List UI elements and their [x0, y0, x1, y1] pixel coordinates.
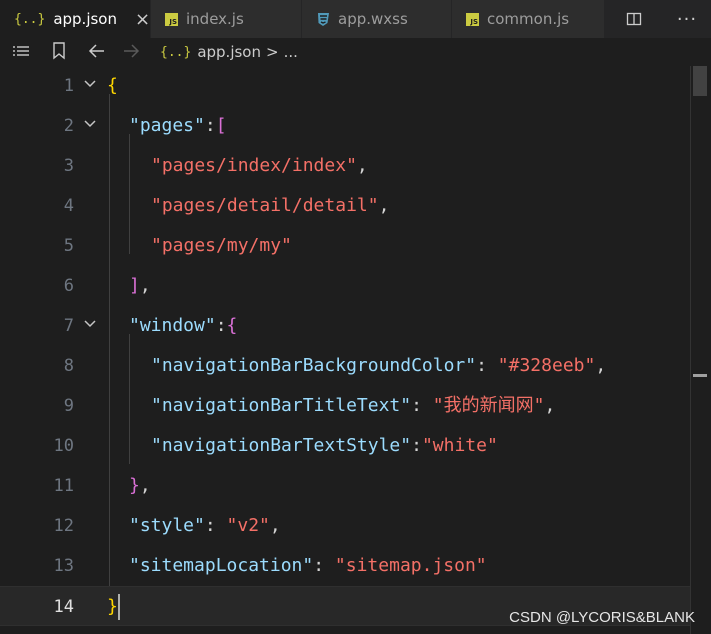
- tab-app-json[interactable]: {..} app.json ×: [0, 0, 151, 38]
- code-line: 9 "navigationBarTitleText": "我的新闻网",: [0, 386, 690, 426]
- bookmark-icon[interactable]: [52, 42, 66, 60]
- tab-common-js[interactable]: JS common.js: [452, 0, 605, 38]
- breadcrumb-rest[interactable]: ...: [284, 43, 298, 61]
- tab-bar: {..} app.json × JS index.js app.wxss JS …: [0, 0, 711, 38]
- fold-chevron-icon[interactable]: [82, 76, 98, 92]
- breadcrumb-file-label: app.json: [197, 43, 261, 61]
- tab-app-wxss[interactable]: app.wxss: [302, 0, 452, 38]
- code-line: 2 "pages":[: [0, 106, 690, 146]
- line-number: 10: [53, 436, 74, 456]
- code-line: 4 "pages/detail/detail",: [0, 186, 690, 226]
- line-number: 5: [63, 236, 74, 256]
- tab-label: index.js: [186, 10, 244, 28]
- line-number: 12: [53, 516, 74, 536]
- tab-label: common.js: [487, 10, 570, 28]
- split-editor-icon: [626, 12, 642, 26]
- code-text: "navigationBarTextStyle":"white": [151, 435, 498, 456]
- fold-chevron-icon[interactable]: [82, 116, 98, 132]
- code-text: "pages":[: [129, 115, 227, 136]
- code-text: "style": "v2",: [129, 515, 281, 536]
- code-line: 10 "navigationBarTextStyle":"white": [0, 426, 690, 466]
- code-text: }: [107, 596, 118, 617]
- js-icon: JS: [466, 12, 479, 26]
- code-text: ],: [129, 275, 151, 296]
- code-text: {: [107, 75, 118, 96]
- code-editor[interactable]: 1 { 2 "pages":[ 3 "pages/index/index", 4…: [0, 66, 711, 634]
- line-number: 8: [63, 356, 74, 376]
- watermark: CSDN @LYCORIS&BLANK: [509, 609, 695, 626]
- back-arrow-icon[interactable]: [88, 43, 106, 59]
- scrollbar-thumb[interactable]: [693, 66, 707, 96]
- line-number: 7: [63, 316, 74, 336]
- code-text: "navigationBarTitleText": "我的新闻网",: [151, 395, 556, 416]
- close-icon[interactable]: ×: [135, 9, 150, 30]
- line-number: 14: [53, 597, 74, 617]
- more-actions-button[interactable]: ···: [663, 0, 711, 38]
- code-text: "window":{: [129, 315, 238, 336]
- json-icon: {..}: [160, 44, 192, 60]
- fold-chevron-icon[interactable]: [82, 316, 98, 332]
- breadcrumb-file[interactable]: {..} app.json > ...: [160, 43, 298, 61]
- tab-label: app.json: [53, 10, 117, 28]
- json-icon: {..}: [14, 11, 46, 27]
- forward-arrow-icon[interactable]: [122, 43, 140, 59]
- line-number: 3: [63, 156, 74, 176]
- breadcrumb: {..} app.json > ...: [0, 38, 711, 66]
- code-line: 3 "pages/index/index",: [0, 146, 690, 186]
- code-text: "pages/index/index",: [151, 155, 368, 176]
- line-number: 11: [53, 476, 74, 496]
- code-line: 13 "sitemapLocation": "sitemap.json": [0, 546, 690, 586]
- code-line: 6 ],: [0, 266, 690, 306]
- code-line: 7 "window":{: [0, 306, 690, 346]
- code-line: 1 {: [0, 66, 690, 106]
- split-editor-button[interactable]: [605, 0, 663, 38]
- scrollbar-cursor-marker: [693, 374, 707, 377]
- code-line: 12 "style": "v2",: [0, 506, 690, 546]
- tab-index-js[interactable]: JS index.js: [151, 0, 302, 38]
- code-text: },: [129, 475, 151, 496]
- code-line: 8 "navigationBarBackgroundColor": "#328e…: [0, 346, 690, 386]
- line-number: 1: [63, 76, 74, 96]
- line-number: 9: [63, 396, 74, 416]
- outline-icon[interactable]: [12, 44, 30, 60]
- js-icon: JS: [165, 12, 178, 26]
- line-number: 13: [53, 556, 74, 576]
- line-number: 2: [63, 116, 74, 136]
- line-number: 6: [63, 276, 74, 296]
- tab-label: app.wxss: [338, 10, 408, 28]
- css-icon: [316, 12, 330, 27]
- code-line: 11 },: [0, 466, 690, 506]
- line-number: 4: [63, 196, 74, 216]
- code-text: "navigationBarBackgroundColor": "#328eeb…: [151, 355, 607, 376]
- code-text: "pages/my/my": [151, 235, 292, 256]
- text-cursor: [118, 594, 120, 620]
- code-text: "pages/detail/detail",: [151, 195, 390, 216]
- code-text: "sitemapLocation": "sitemap.json": [129, 555, 487, 576]
- code-line: 5 "pages/my/my": [0, 226, 690, 266]
- vertical-scrollbar[interactable]: [690, 66, 711, 634]
- breadcrumb-separator: >: [265, 43, 279, 61]
